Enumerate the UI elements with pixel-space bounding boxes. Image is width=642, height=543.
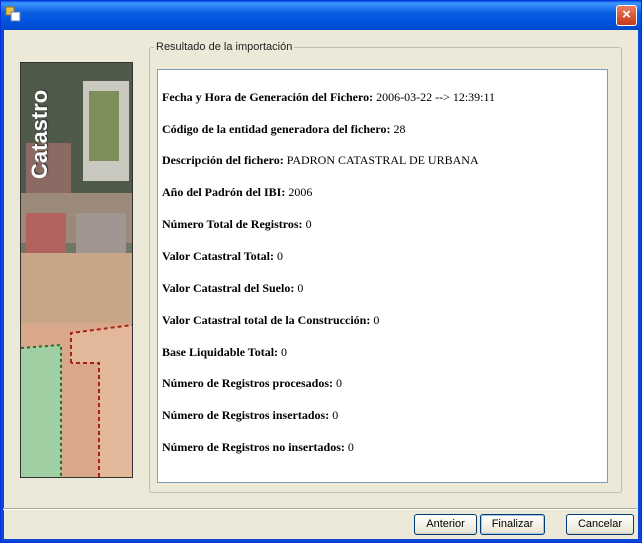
result-value: 0: [336, 376, 342, 390]
result-value: 0: [332, 408, 339, 422]
results-panel: Fecha y Hora de Generación del Fichero: …: [157, 69, 608, 483]
result-row-entity-code: Código de la entidad generadora del fich…: [162, 122, 405, 137]
result-row-construction-value: Valor Catastral total de la Construcción…: [162, 313, 379, 328]
result-value: 0: [305, 217, 312, 231]
result-label: Año del Padrón del IBI:: [162, 185, 286, 199]
window-frame-bottom: [1, 539, 641, 542]
window-frame-left: [1, 30, 4, 542]
result-label: Base Liquidable Total:: [162, 345, 279, 359]
catastro-side-image: Catastro: [20, 62, 133, 478]
footer-separator-highlight: [3, 509, 637, 510]
result-row-taxable-base: Base Liquidable Total: 0: [162, 345, 287, 360]
result-row-ibi-year: Año del Padrón del IBI: 2006: [162, 185, 312, 200]
result-value: 2006: [288, 185, 313, 199]
result-row-land-value: Valor Catastral del Suelo: 0: [162, 281, 303, 296]
result-value: 0: [373, 313, 380, 327]
result-row-total-records: Número Total de Registros: 0: [162, 217, 312, 232]
result-value: 0: [347, 440, 354, 454]
result-value: PADRON CATASTRAL DE URBANA: [286, 153, 479, 167]
result-label: Número de Registros insertados:: [162, 408, 330, 422]
close-button[interactable]: ×: [616, 5, 637, 26]
cancel-button[interactable]: Cancelar: [566, 514, 634, 535]
catastro-logo-label: Catastro: [27, 89, 52, 179]
result-value: 2006-03-22 --> 12:39:11: [376, 90, 496, 104]
result-label: Valor Catastral del Suelo:: [162, 281, 295, 295]
result-row-not-inserted: Número de Registros no insertados: 0: [162, 440, 354, 455]
result-value: 0: [277, 249, 284, 263]
groupbox-title: Resultado de la importación: [154, 41, 295, 53]
result-row-processed: Número de Registros procesados: 0: [162, 376, 342, 391]
result-label: Código de la entidad generadora del fich…: [162, 122, 391, 136]
result-value: 0: [297, 281, 304, 295]
result-row-inserted: Número de Registros insertados: 0: [162, 408, 338, 423]
app-icon: [5, 6, 21, 22]
result-label: Descripción del fichero:: [162, 153, 284, 167]
finish-button[interactable]: Finalizar: [480, 514, 545, 535]
title-bar[interactable]: ×: [1, 1, 641, 30]
result-label: Valor Catastral total de la Construcción…: [162, 313, 371, 327]
result-row-description: Descripción del fichero: PADRON CATASTRA…: [162, 153, 479, 168]
result-label: Número Total de Registros:: [162, 217, 303, 231]
result-row-generation-date: Fecha y Hora de Generación del Fichero: …: [162, 90, 495, 105]
result-label: Número de Registros procesados:: [162, 376, 333, 390]
back-button[interactable]: Anterior: [414, 514, 477, 535]
result-label: Número de Registros no insertados:: [162, 440, 345, 454]
result-value: 28: [393, 122, 406, 136]
result-value: 0: [281, 345, 288, 359]
result-label: Valor Catastral Total:: [162, 249, 275, 263]
result-row-cadastral-total: Valor Catastral Total: 0: [162, 249, 283, 264]
result-label: Fecha y Hora de Generación del Fichero:: [162, 90, 374, 104]
window-frame-right: [638, 30, 641, 542]
